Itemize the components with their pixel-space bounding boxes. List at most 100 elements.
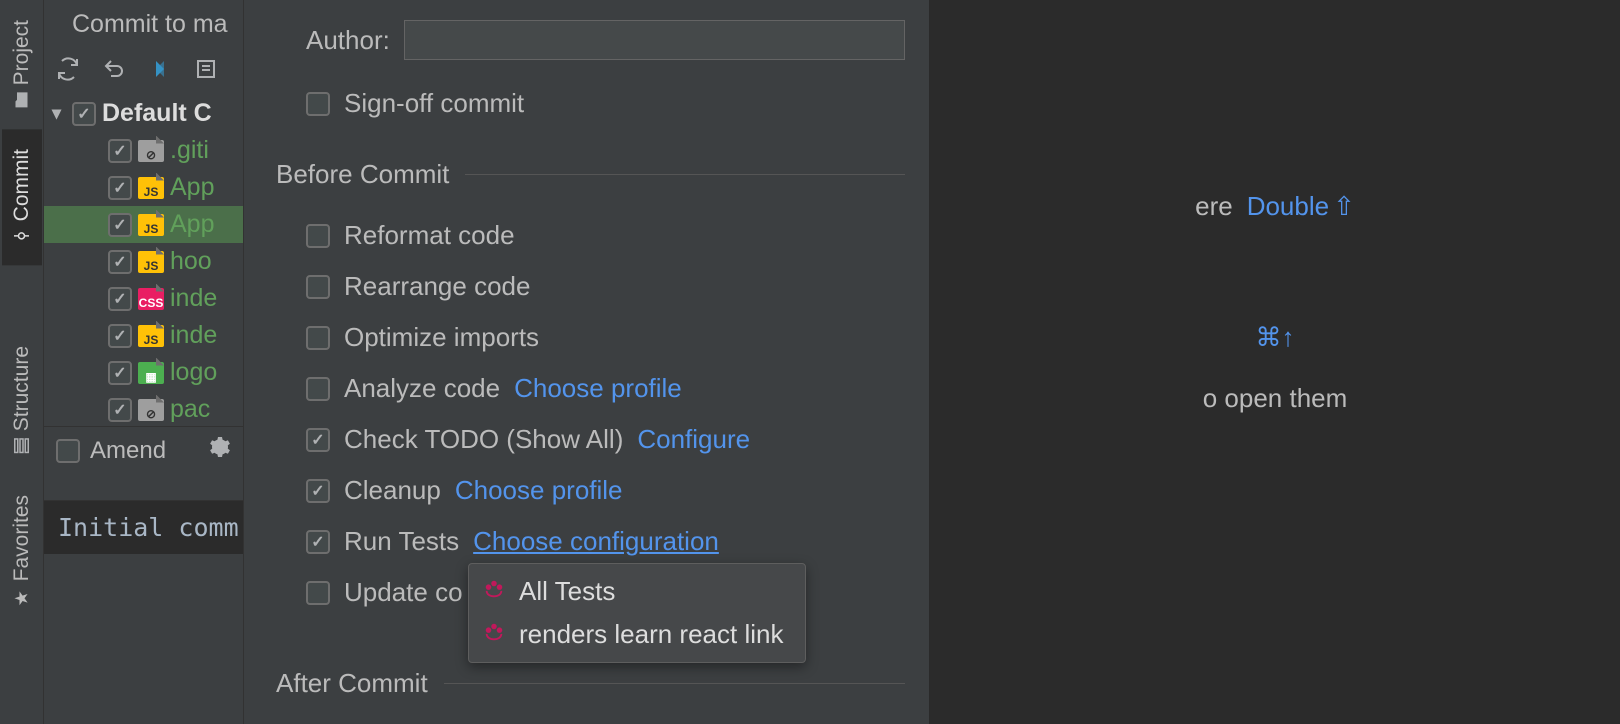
file-checkbox[interactable] (108, 398, 132, 422)
file-checkbox[interactable] (108, 250, 132, 274)
file-row[interactable]: ▦ logo (44, 354, 243, 391)
jest-icon (483, 621, 507, 649)
search-everywhere-hint: ere Double ⇧ (1195, 191, 1355, 222)
file-row[interactable]: CSS inde (44, 280, 243, 317)
commit-message[interactable]: Initial comm (44, 500, 243, 554)
js-file-icon: JS (138, 214, 164, 236)
left-tool-rail: Project Commit Structure ★ Favorites (0, 0, 44, 724)
reformat-checkbox[interactable] (306, 224, 330, 248)
todo-label: Check TODO (Show All) (344, 424, 623, 455)
signoff-label: Sign-off commit (344, 88, 524, 119)
amend-row: Amend (44, 426, 243, 474)
update-copyright-label: Update co (344, 577, 463, 608)
file-name: logo (170, 358, 217, 387)
file-name: .giti (170, 136, 209, 165)
diff-icon[interactable] (146, 55, 174, 83)
js-file-icon: JS (138, 251, 164, 273)
update-copyright-checkbox[interactable] (306, 581, 330, 605)
file-checkbox[interactable] (108, 139, 132, 163)
refresh-icon[interactable] (54, 55, 82, 83)
runtests-config-link[interactable]: Choose configuration (473, 526, 719, 557)
dropdown-item-renders-link[interactable]: renders learn react link (469, 613, 805, 656)
file-name: App (170, 173, 214, 202)
file-name: App (170, 210, 214, 239)
author-input[interactable] (404, 20, 905, 60)
commit-panel-title: Commit to ma (44, 0, 243, 47)
navigate-hint: ⌘↑ (1256, 322, 1295, 353)
before-commit-header: Before Commit (276, 159, 449, 190)
cleanup-profile-link[interactable]: Choose profile (455, 475, 623, 506)
file-row[interactable]: JS App (44, 169, 243, 206)
file-row[interactable]: JS inde (44, 317, 243, 354)
changelist-checkbox[interactable] (72, 102, 96, 126)
rail-favorites[interactable]: ★ Favorites (2, 475, 42, 628)
file-name: inde (170, 284, 217, 313)
dropdown-renders-label: renders learn react link (519, 619, 783, 650)
commit-toolbar (44, 47, 243, 91)
file-checkbox[interactable] (108, 324, 132, 348)
rail-structure[interactable]: Structure (2, 326, 42, 475)
reformat-label: Reformat code (344, 220, 515, 251)
js-file-icon: JS (138, 177, 164, 199)
divider (465, 174, 905, 175)
todo-configure-link[interactable]: Configure (637, 424, 750, 455)
optimize-checkbox[interactable] (306, 326, 330, 350)
file-name: pac (170, 395, 210, 424)
img-file-icon: ▦ (138, 362, 164, 384)
optimize-label: Optimize imports (344, 322, 539, 353)
shortcut-double-shift: Double ⇧ (1247, 191, 1355, 222)
gitignore-file-icon: ⊘ (138, 399, 164, 421)
todo-checkbox[interactable] (306, 428, 330, 452)
commit-icon (13, 226, 31, 247)
amend-label: Amend (90, 437, 166, 465)
analyze-label: Analyze code (344, 373, 500, 404)
file-row[interactable]: ⊘ pac (44, 391, 243, 428)
rail-project[interactable]: Project (2, 0, 42, 129)
commit-panel: Commit to ma ▾ Default C ⊘.gitiJSAppJSAp… (44, 0, 244, 724)
file-row[interactable]: JShoo (44, 243, 243, 280)
file-checkbox[interactable] (108, 361, 132, 385)
rail-commit[interactable]: Commit (2, 129, 42, 265)
editor-empty-state: ere Double ⇧ ⌘↑ o open them (930, 0, 1620, 724)
file-checkbox[interactable] (108, 176, 132, 200)
rail-project-label: Project (10, 20, 34, 85)
file-row[interactable]: ⊘.giti (44, 132, 243, 169)
shortcut-cmd-up: ⌘↑ (1256, 322, 1295, 353)
file-checkbox[interactable] (108, 287, 132, 311)
run-config-dropdown: All Tests renders learn react link (468, 563, 806, 663)
file-tree: ▾ Default C ⊘.gitiJSAppJSAppJShooCSSinde… (44, 91, 243, 432)
rearrange-checkbox[interactable] (306, 275, 330, 299)
css-file-icon: CSS (138, 288, 164, 310)
divider (444, 683, 905, 684)
analyze-checkbox[interactable] (306, 377, 330, 401)
file-checkbox[interactable] (108, 213, 132, 237)
runtests-checkbox[interactable] (306, 530, 330, 554)
after-commit-header: After Commit (276, 668, 428, 699)
rail-commit-label: Commit (10, 149, 34, 221)
changelist-icon[interactable] (192, 55, 220, 83)
star-icon: ★ (11, 587, 32, 609)
rearrange-label: Rearrange code (344, 271, 530, 302)
rail-structure-label: Structure (10, 346, 34, 431)
structure-icon (13, 435, 31, 456)
file-name: inde (170, 321, 217, 350)
file-row[interactable]: JS App (44, 206, 243, 243)
js-file-icon: JS (138, 325, 164, 347)
chevron-down-icon: ▾ (52, 103, 66, 124)
jest-icon (483, 578, 507, 606)
hint-text-fragment: o open them (1203, 383, 1348, 414)
dropdown-item-all-tests[interactable]: All Tests (469, 570, 805, 613)
author-label: Author: (306, 25, 390, 56)
changelist-name: Default C (102, 99, 212, 128)
folder-icon (13, 90, 31, 111)
rail-favorites-label: Favorites (10, 495, 34, 581)
signoff-checkbox[interactable] (306, 92, 330, 116)
dropdown-all-tests-label: All Tests (519, 576, 615, 607)
gear-icon[interactable] (207, 435, 231, 466)
analyze-profile-link[interactable]: Choose profile (514, 373, 682, 404)
cleanup-checkbox[interactable] (306, 479, 330, 503)
rollback-icon[interactable] (100, 55, 128, 83)
amend-checkbox[interactable] (56, 439, 80, 463)
open-hint: o open them (1203, 383, 1348, 414)
changelist-row[interactable]: ▾ Default C (44, 95, 243, 132)
